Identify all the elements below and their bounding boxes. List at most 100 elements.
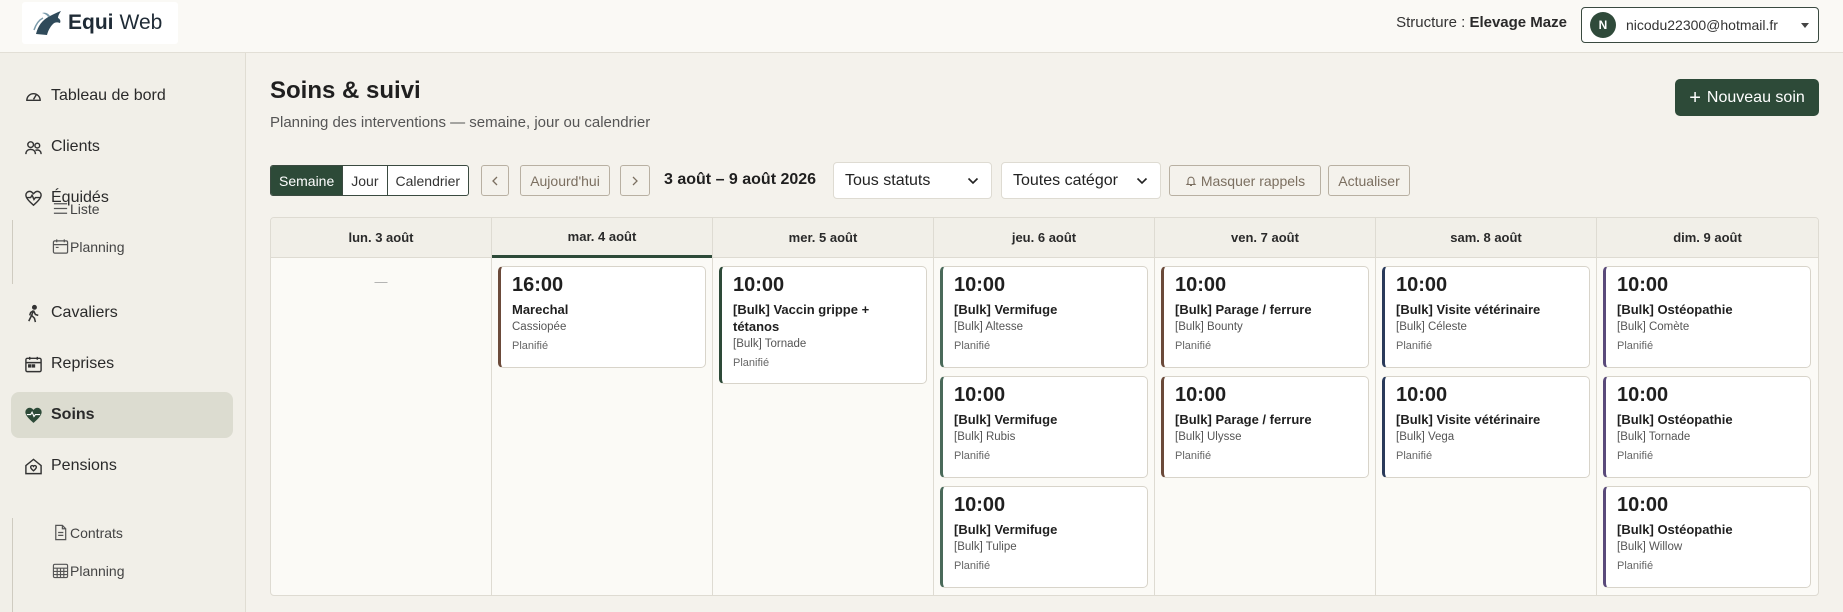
- sidebar-subitem-label: Planning: [70, 562, 125, 579]
- sidebar: Tableau de bord Clients Équidés Liste Pl…: [0, 53, 246, 612]
- sidebar-item-label: Clients: [51, 138, 100, 155]
- care-event-card[interactable]: 10:00 [Bulk] Parage / ferrure [Bulk] Bount…: [1161, 266, 1369, 368]
- care-event-card[interactable]: 10:00 [Bulk] Ostéopathie [Bulk] Willow Plan…: [1603, 486, 1811, 588]
- sidebar-item-clients[interactable]: Clients: [11, 124, 233, 170]
- event-status: Planifié: [1396, 450, 1433, 462]
- sidebar-item-label: Cavaliers: [51, 304, 118, 321]
- brand-name: Equi: [68, 11, 114, 34]
- sidebar-item-label: Tableau de bord: [51, 87, 166, 104]
- day-column[interactable]: sam. 8 août 10:00 [Bulk] Visite vétérinair…: [1376, 218, 1597, 595]
- event-horse: [Bulk] Altesse: [954, 321, 1024, 333]
- sidebar-item-dashboard[interactable]: Tableau de bord: [11, 73, 233, 119]
- calendar-grid-icon: [52, 563, 69, 579]
- page-subtitle: Planning des interventions — semaine, jo…: [270, 114, 651, 131]
- sidebar-item-equides[interactable]: Équidés: [11, 175, 233, 221]
- day-column[interactable]: jeu. 6 août 10:00 [Bulk] Vermifuge [Bulk] A…: [934, 218, 1155, 595]
- care-event-card[interactable]: 10:00 [Bulk] Visite vétérinaire [Bulk] Cél…: [1382, 266, 1590, 368]
- care-event-card[interactable]: 10:00 [Bulk] Ostéopathie [Bulk] Tornade Pla…: [1603, 376, 1811, 478]
- structure-value: Elevage Maze: [1469, 14, 1567, 31]
- list-icon: [53, 203, 68, 214]
- care-event-card[interactable]: 10:00 [Bulk] Ostéopathie [Bulk] Comète Plan…: [1603, 266, 1811, 368]
- care-event-card[interactable]: 10:00 [Bulk] Vermifuge [Bulk] Tulipe Planif…: [940, 486, 1148, 588]
- day-header: mer. 5 août: [713, 218, 933, 258]
- view-calendar-button[interactable]: Calendrier: [388, 166, 469, 195]
- event-status: Planifié: [954, 340, 991, 352]
- next-week-button[interactable]: [620, 165, 650, 196]
- sidebar-item-cavaliers[interactable]: Cavaliers: [11, 290, 233, 336]
- chevron-right-icon: [632, 176, 638, 185]
- user-email: nicodu22300@hotmail.fr: [1626, 17, 1778, 33]
- day-column[interactable]: lun. 3 août —: [271, 218, 492, 595]
- care-event-card[interactable]: 10:00 [Bulk] Vaccin grippe + tétanos [Bulk…: [719, 266, 927, 384]
- chevron-down-icon: [967, 177, 979, 185]
- sidebar-subitem-liste[interactable]: Liste: [52, 200, 100, 217]
- submenu-guide-line: [12, 518, 13, 612]
- empty-day-placeholder: —: [374, 274, 388, 289]
- event-time: 10:00: [1175, 274, 1227, 296]
- previous-week-button[interactable]: [481, 165, 509, 196]
- event-horse: [Bulk] Willow: [1617, 541, 1683, 553]
- view-week-button[interactable]: Semaine: [271, 166, 344, 195]
- sidebar-item-label: Reprises: [51, 355, 115, 372]
- care-event-card[interactable]: 10:00 [Bulk] Parage / ferrure [Bulk] Ulyss…: [1161, 376, 1369, 478]
- day-column[interactable]: dim. 9 août 10:00 [Bulk] Ostéopathie [Bulk]…: [1597, 218, 1818, 595]
- event-time: 16:00: [512, 274, 564, 296]
- event-status: Planifié: [954, 450, 991, 462]
- document-icon: [55, 524, 67, 541]
- care-event-card[interactable]: 10:00 [Bulk] Visite vétérinaire [Bulk] Veg…: [1382, 376, 1590, 478]
- hide-reminders-button[interactable]: Masquer rappels: [1169, 165, 1321, 196]
- sidebar-item-label: Soins: [51, 406, 95, 423]
- chevron-left-icon: [492, 176, 498, 185]
- event-horse: [Bulk] Bounty: [1175, 321, 1243, 333]
- sidebar-item-pensions[interactable]: Pensions: [11, 443, 233, 489]
- sidebar-subitem-label: Planning: [70, 238, 125, 255]
- horse-logo-icon: [33, 11, 61, 35]
- day-header: dim. 9 août: [1597, 218, 1818, 258]
- care-event-card[interactable]: 16:00 Marechal Cassiopée Planifié: [498, 266, 706, 368]
- status-filter-select[interactable]: Tous statuts: [833, 162, 992, 199]
- sidebar-item-soins[interactable]: Soins: [11, 392, 233, 438]
- today-button[interactable]: Aujourd'hui: [520, 165, 610, 196]
- chevron-down-icon: [1136, 177, 1148, 185]
- event-status: Planifié: [1617, 560, 1654, 572]
- category-filter-select[interactable]: Toutes catégor: [1001, 162, 1161, 199]
- event-time: 10:00: [1396, 384, 1448, 406]
- week-calendar: lun. 3 août — mar. 4 août 16:00 Marechal Cass…: [270, 217, 1819, 596]
- user-menu-button[interactable]: N nicodu22300@hotmail.fr: [1581, 7, 1819, 43]
- heart-pulse-icon: [25, 190, 42, 206]
- app-logo[interactable]: Equi Web: [22, 2, 178, 44]
- sidebar-subitem-planning-equides[interactable]: Planning: [52, 238, 125, 255]
- day-header: ven. 7 août: [1155, 218, 1375, 258]
- day-column[interactable]: mer. 5 août 10:00 [Bulk] Vaccin grippe + t…: [713, 218, 934, 595]
- event-title: [Bulk] Parage / ferrure: [1175, 302, 1312, 317]
- sidebar-subitem-contrats[interactable]: Contrats: [52, 524, 123, 541]
- day-header: mar. 4 août: [492, 218, 712, 258]
- view-day-button[interactable]: Jour: [343, 166, 388, 195]
- sidebar-subitem-planning-pensions[interactable]: Planning: [52, 562, 125, 579]
- sidebar-subitem-label: Contrats: [70, 524, 123, 541]
- date-range-label: 3 août – 9 août 2026: [664, 171, 817, 188]
- event-time: 10:00: [954, 274, 1006, 296]
- calendar-week-icon: [52, 239, 69, 254]
- house-heart-icon: [25, 457, 42, 474]
- event-title: [Bulk] Vermifuge: [954, 412, 1058, 427]
- event-title: [Bulk] Vermifuge: [954, 522, 1058, 537]
- event-status: Planifié: [733, 357, 770, 369]
- sidebar-item-reprises[interactable]: Reprises: [11, 341, 233, 387]
- care-event-card[interactable]: 10:00 [Bulk] Vermifuge [Bulk] Altesse Plani…: [940, 266, 1148, 368]
- gauge-icon: [26, 92, 41, 101]
- event-horse: [Bulk] Vega: [1396, 431, 1455, 443]
- event-time: 10:00: [1617, 274, 1669, 296]
- day-column[interactable]: ven. 7 août 10:00 [Bulk] Parage / ferrure […: [1155, 218, 1376, 595]
- structure-indicator: Structure : Elevage Maze: [1396, 14, 1567, 31]
- refresh-button[interactable]: Actualiser: [1328, 165, 1410, 196]
- day-column[interactable]: mar. 4 août 16:00 Marechal Cassiopée Planifi…: [492, 218, 713, 595]
- caret-down-icon: [1801, 23, 1809, 28]
- event-time: 10:00: [954, 494, 1006, 516]
- main-content: Soins & suivi Planning des interventions…: [246, 53, 1843, 612]
- day-header: lun. 3 août: [271, 218, 491, 258]
- event-horse: [Bulk] Ulysse: [1175, 431, 1242, 443]
- new-care-button[interactable]: + Nouveau soin: [1675, 79, 1819, 116]
- event-title: [Bulk] Visite vétérinaire: [1396, 302, 1541, 317]
- care-event-card[interactable]: 10:00 [Bulk] Vermifuge [Bulk] Rubis Planifi…: [940, 376, 1148, 478]
